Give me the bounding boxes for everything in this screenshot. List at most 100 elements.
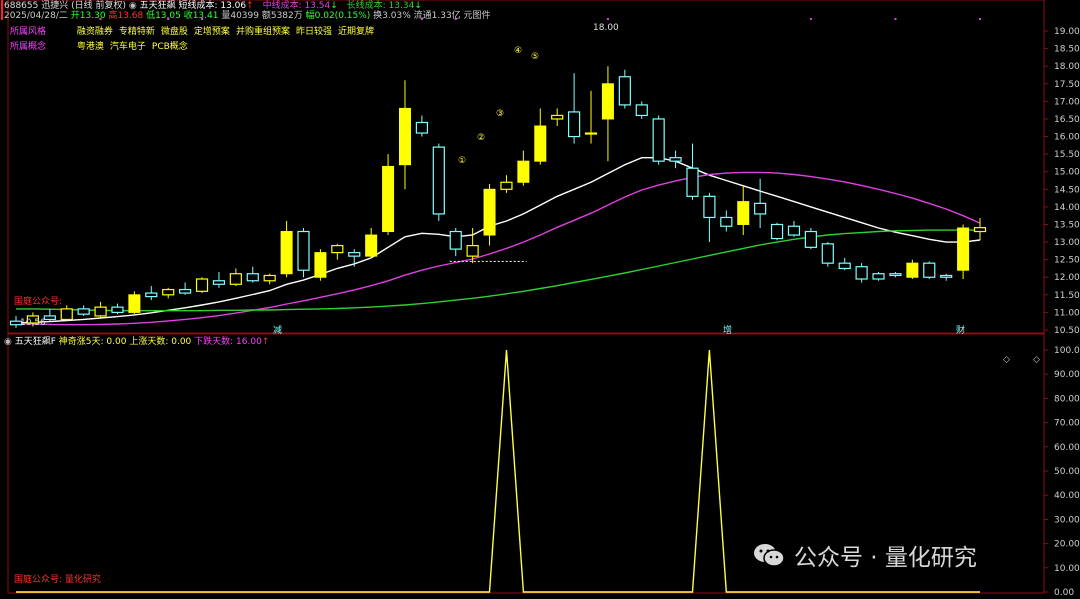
indicator-name[interactable]: 五天狂飙 — [140, 1, 176, 11]
candle[interactable] — [280, 220, 293, 278]
price-tick-label: 15.00 — [1054, 168, 1080, 178]
indicator-pane-icon[interactable]: ◉ — [4, 337, 12, 347]
candle[interactable] — [957, 224, 970, 279]
candle[interactable] — [754, 178, 767, 228]
concept-tag-1[interactable]: 汽车电子 — [110, 42, 146, 52]
candle[interactable] — [584, 90, 598, 144]
candle[interactable] — [60, 305, 73, 322]
candle[interactable] — [314, 249, 327, 281]
candle[interactable] — [804, 228, 817, 250]
circled-marker-3: ③ — [496, 109, 504, 119]
candle[interactable] — [500, 175, 513, 193]
candle[interactable] — [77, 305, 90, 316]
candle[interactable] — [551, 108, 564, 126]
candle[interactable] — [179, 282, 192, 295]
candle[interactable] — [162, 287, 175, 299]
candle[interactable] — [382, 154, 395, 236]
candle-body — [568, 111, 581, 138]
candle[interactable] — [940, 273, 953, 281]
candle-body — [720, 216, 733, 227]
candle-body — [618, 76, 631, 106]
candle[interactable] — [195, 277, 209, 294]
style-tag-2[interactable]: 微盘股 — [161, 27, 188, 37]
candle[interactable] — [889, 271, 902, 278]
candle[interactable] — [534, 108, 547, 165]
stock-title[interactable]: 688655 迅捷兴 (日线 前复权) — [4, 1, 126, 11]
mid-cost-label: 中线成本: 13.54 — [262, 1, 331, 11]
candle[interactable] — [855, 263, 868, 283]
candle[interactable] — [297, 228, 310, 278]
signal-dot — [606, 18, 609, 20]
quote-close: 收13.41 — [183, 11, 219, 21]
candle[interactable] — [770, 222, 784, 241]
candle[interactable] — [229, 268, 242, 287]
candle[interactable] — [331, 243, 344, 260]
candle[interactable] — [212, 271, 226, 288]
candle-body — [669, 157, 682, 162]
candle[interactable] — [923, 261, 936, 279]
candle[interactable] — [449, 228, 462, 257]
candle[interactable] — [398, 80, 411, 190]
concept-tag-0[interactable]: 粤港澳 — [77, 42, 104, 52]
nav-right-icon[interactable]: ◇ — [1033, 355, 1040, 365]
candle[interactable] — [365, 228, 378, 258]
candle[interactable] — [601, 66, 614, 162]
candle[interactable] — [263, 273, 276, 285]
candle-body — [263, 274, 276, 282]
style-tag-0[interactable]: 融资融券 — [77, 27, 113, 37]
candle[interactable] — [872, 271, 885, 281]
price-tick-label: 16.00 — [1054, 133, 1080, 143]
candle[interactable] — [43, 308, 56, 322]
candle-body — [466, 244, 479, 257]
candle[interactable] — [669, 150, 682, 169]
candle[interactable] — [652, 115, 665, 165]
candle[interactable] — [94, 301, 107, 318]
candle[interactable] — [703, 192, 716, 243]
price-tick-label: 11.50 — [1054, 291, 1080, 301]
candle-body — [365, 234, 378, 257]
style-tag-4[interactable]: 并购重组预案 — [236, 27, 290, 37]
candle[interactable] — [720, 210, 733, 232]
candle[interactable] — [838, 257, 851, 271]
stock-chart[interactable]: 10.50 11.00 11.50 12.00 12.50 13.00 13.50 14.00… — [0, 0, 1080, 599]
candle[interactable] — [821, 242, 834, 267]
concept-tag-2[interactable]: PCB概念 — [152, 42, 188, 52]
candlesticks[interactable] — [9, 66, 987, 328]
style-tag-3[interactable]: 定增预案 — [194, 27, 230, 37]
candle[interactable] — [145, 286, 158, 301]
event-marker-finance[interactable]: 财 — [956, 324, 965, 336]
candle[interactable] — [111, 303, 124, 315]
style-tag-6[interactable]: 近期复牌 — [338, 27, 374, 37]
indicator-pane-title[interactable]: 五天狂飙F — [15, 337, 56, 347]
candle[interactable] — [483, 184, 496, 246]
circled-marker-4: ④ — [514, 46, 522, 56]
candle[interactable] — [635, 101, 648, 119]
event-marker-increase[interactable]: 增 — [723, 324, 732, 336]
nav-left-icon[interactable]: ◇ — [1003, 355, 1010, 365]
candle[interactable] — [906, 259, 919, 279]
indicator-icon[interactable]: ◉ — [129, 1, 137, 11]
candle-body — [906, 262, 919, 278]
style-tag-5[interactable]: 昨日较强 — [296, 27, 332, 37]
candle[interactable] — [517, 150, 530, 186]
candle[interactable] — [246, 266, 259, 283]
quote-header: 2025/04/28/二 开13.30 高13.68 低13.05 收13.41… — [4, 11, 491, 22]
candle[interactable] — [568, 73, 581, 144]
quote-change: 幅0.02(0.15%) — [305, 11, 371, 21]
signal-dot — [809, 18, 812, 20]
candle-body — [889, 273, 902, 277]
candle-body — [382, 165, 395, 233]
candle[interactable] — [432, 143, 445, 221]
candle[interactable] — [415, 115, 428, 137]
candle[interactable] — [686, 143, 699, 200]
candle[interactable] — [348, 249, 361, 267]
style-tag-1[interactable]: 专精特新 — [119, 27, 155, 37]
mid-cost-arrow: ↓ — [330, 1, 338, 11]
candle[interactable] — [128, 291, 141, 315]
indicator-tick-label: 60.00 — [1054, 443, 1080, 453]
event-marker-reduce[interactable]: 减 — [273, 324, 282, 336]
candle[interactable] — [737, 185, 750, 236]
price-axis: 10.50 11.00 11.50 12.00 12.50 13.00 13.50 14.00… — [1044, 27, 1080, 336]
candle[interactable] — [787, 220, 801, 237]
candle[interactable] — [618, 69, 631, 109]
